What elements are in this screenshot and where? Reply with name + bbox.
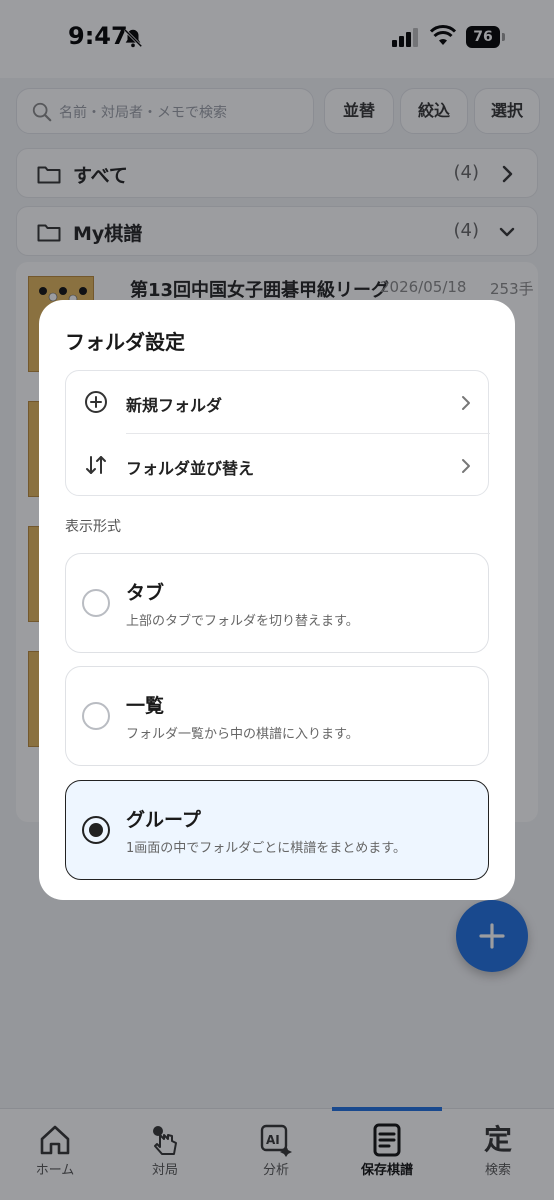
option-description: 上部のタブでフォルダを切り替えます。 xyxy=(126,614,359,629)
radio-button-selected[interactable] xyxy=(82,816,110,844)
action-label: 新規フォルダ xyxy=(126,396,223,415)
reorder-folders-button[interactable]: フォルダ並び替え xyxy=(66,434,490,496)
radio-button[interactable] xyxy=(82,702,110,730)
chevron-right-icon xyxy=(462,396,470,410)
modal-title: フォルダ設定 xyxy=(65,330,185,354)
action-label: フォルダ並び替え xyxy=(126,459,255,478)
plus-circle-icon xyxy=(85,391,107,413)
display-option-group[interactable]: グループ 1画面の中でフォルダごとに棋譜をまとめます。 xyxy=(65,780,489,880)
display-format-label: 表示形式 xyxy=(65,519,121,535)
display-option-list[interactable]: 一覧 フォルダ一覧から中の棋譜に入ります。 xyxy=(65,666,489,766)
option-description: 1画面の中でフォルダごとに棋譜をまとめます。 xyxy=(126,841,406,856)
new-folder-button[interactable]: 新規フォルダ xyxy=(66,371,490,433)
folder-settings-modal: フォルダ設定 新規フォルダ フォルダ並び替え 表示形式 タブ 上部のタブでフォル… xyxy=(39,300,515,900)
option-title: グループ xyxy=(126,809,201,831)
sort-arrows-icon xyxy=(86,456,106,474)
display-option-tab[interactable]: タブ 上部のタブでフォルダを切り替えます。 xyxy=(65,553,489,653)
radio-button[interactable] xyxy=(82,589,110,617)
chevron-right-icon xyxy=(462,459,470,473)
radio-dot xyxy=(89,823,103,837)
option-title: タブ xyxy=(126,582,165,604)
option-description: フォルダ一覧から中の棋譜に入ります。 xyxy=(126,727,359,742)
folder-actions: 新規フォルダ フォルダ並び替え xyxy=(65,370,490,496)
option-title: 一覧 xyxy=(126,695,165,717)
